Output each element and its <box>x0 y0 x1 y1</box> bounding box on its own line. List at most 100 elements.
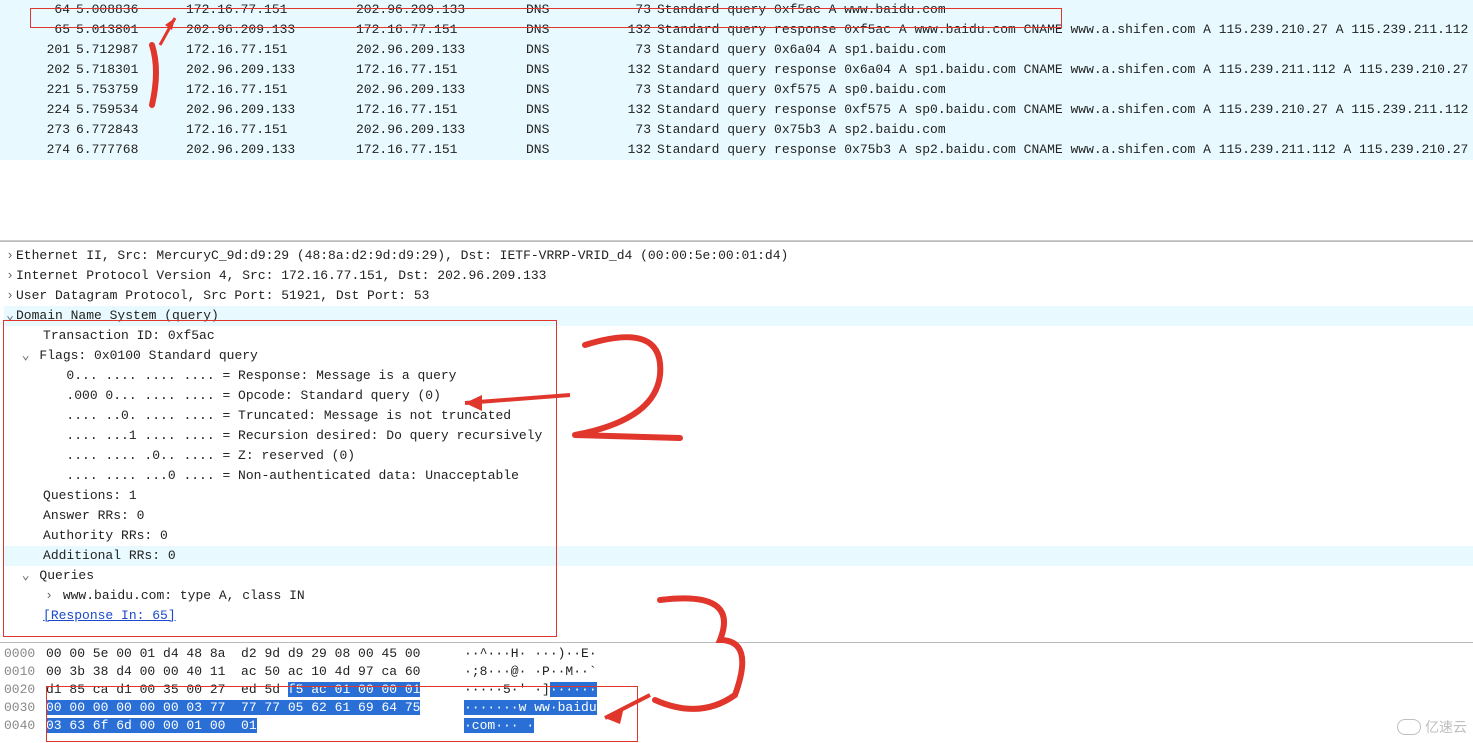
hex-bytes: 00 00 5e 00 01 d4 48 8a d2 9d d9 29 08 0… <box>46 645 456 663</box>
col-time: 5.712987 <box>76 40 186 60</box>
tree-dns-answer[interactable]: Answer RRs: 0 <box>4 506 1473 526</box>
col-length: 132 <box>591 20 657 40</box>
col-length: 73 <box>591 120 657 140</box>
tree-dns-queries[interactable]: ⌄ Queries <box>4 566 1473 586</box>
tree-ethernet[interactable]: ›Ethernet II, Src: MercuryC_9d:d9:29 (48… <box>4 246 1473 266</box>
tree-label: .... .... .0.. .... = Z: reserved (0) <box>66 448 355 463</box>
packet-row[interactable]: 2215.753759172.16.77.151202.96.209.133DN… <box>0 80 1473 100</box>
col-no: 64 <box>0 0 76 20</box>
tree-label: www.baidu.com: type A, class IN <box>63 588 305 603</box>
hex-dump-pane[interactable]: 000000 00 5e 00 01 d4 48 8a d2 9d d9 29 … <box>0 642 1473 735</box>
packet-list-gap <box>0 160 1473 241</box>
packet-details-pane[interactable]: ›Ethernet II, Src: MercuryC_9d:d9:29 (48… <box>0 241 1473 642</box>
hex-bytes: 00 3b 38 d4 00 00 40 11 ac 50 ac 10 4d 9… <box>46 663 456 681</box>
response-link[interactable]: [Response In: 65] <box>43 608 176 623</box>
packet-row[interactable]: 655.013801202.96.209.133172.16.77.151DNS… <box>0 20 1473 40</box>
caret-right-icon: › <box>4 246 16 266</box>
col-protocol: DNS <box>526 20 591 40</box>
col-protocol: DNS <box>526 80 591 100</box>
hex-ascii-selected: ·······w ww·baidu <box>464 700 597 715</box>
tree-udp[interactable]: ›User Datagram Protocol, Src Port: 51921… <box>4 286 1473 306</box>
col-info: Standard query response 0x75b3 A sp2.bai… <box>657 140 1473 160</box>
col-info: Standard query response 0x6a04 A sp1.bai… <box>657 60 1473 80</box>
col-time: 5.753759 <box>76 80 186 100</box>
hex-bytes-group: ac 50 ac 10 4d 97 ca 60 <box>233 664 420 679</box>
hex-ascii-text: ··^···H· ···)··E· <box>464 646 597 661</box>
cloud-icon <box>1397 719 1421 735</box>
hex-row[interactable]: 003000 00 00 00 00 00 03 77 77 77 05 62 … <box>0 699 1473 717</box>
hex-bytes-group: 00 00 5e 00 01 d4 48 8a <box>46 646 233 661</box>
packet-row[interactable]: 2746.777768202.96.209.133172.16.77.151DN… <box>0 140 1473 160</box>
hex-row[interactable]: 000000 00 5e 00 01 d4 48 8a d2 9d d9 29 … <box>0 645 1473 663</box>
tree-dns-query-item[interactable]: › www.baidu.com: type A, class IN <box>4 586 1473 606</box>
col-protocol: DNS <box>526 0 591 20</box>
col-source: 202.96.209.133 <box>186 60 356 80</box>
col-no: 202 <box>0 60 76 80</box>
tree-dns-flag[interactable]: .... ..0. .... .... = Truncated: Message… <box>4 406 1473 426</box>
hex-ascii: ··^···H· ···)··E· <box>456 645 597 663</box>
tree-label: Domain Name System (query) <box>16 308 219 323</box>
tree-label: Authority RRs: 0 <box>43 528 168 543</box>
packet-list[interactable]: 645.008836172.16.77.151202.96.209.133DNS… <box>0 0 1473 160</box>
col-protocol: DNS <box>526 100 591 120</box>
col-source: 202.96.209.133 <box>186 20 356 40</box>
col-source: 172.16.77.151 <box>186 40 356 60</box>
caret-right-icon: › <box>4 266 16 286</box>
tree-dns-additional[interactable]: Additional RRs: 0 <box>4 546 1473 566</box>
tree-dns-flags[interactable]: ⌄ Flags: 0x0100 Standard query <box>4 346 1473 366</box>
col-source: 172.16.77.151 <box>186 0 356 20</box>
col-time: 6.777768 <box>76 140 186 160</box>
tree-label: Ethernet II, Src: MercuryC_9d:d9:29 (48:… <box>16 248 788 263</box>
col-time: 5.008836 <box>76 0 186 20</box>
col-info: Standard query 0x75b3 A sp2.baidu.com <box>657 120 1473 140</box>
tree-dns-flag[interactable]: 0... .... .... .... = Response: Message … <box>4 366 1473 386</box>
tree-dns-flag[interactable]: .... .... .0.. .... = Z: reserved (0) <box>4 446 1473 466</box>
tree-label: User Datagram Protocol, Src Port: 51921,… <box>16 288 429 303</box>
tree-dns-questions[interactable]: Questions: 1 <box>4 486 1473 506</box>
tree-label: Additional RRs: 0 <box>43 548 176 563</box>
tree-label: Queries <box>39 568 94 583</box>
tree-dns[interactable]: ⌄Domain Name System (query) <box>4 306 1473 326</box>
tree-label: Internet Protocol Version 4, Src: 172.16… <box>16 268 547 283</box>
col-destination: 202.96.209.133 <box>356 40 526 60</box>
col-source: 172.16.77.151 <box>186 120 356 140</box>
tree-label: .... .... ...0 .... = Non-authenticated … <box>66 468 518 483</box>
caret-right-icon: › <box>4 286 16 306</box>
col-protocol: DNS <box>526 60 591 80</box>
col-info: Standard query 0xf575 A sp0.baidu.com <box>657 80 1473 100</box>
hex-ascii: ·;8···@· ·P··M··` <box>456 663 597 681</box>
packet-row[interactable]: 2736.772843172.16.77.151202.96.209.133DN… <box>0 120 1473 140</box>
hex-row[interactable]: 0020d1 85 ca d1 00 35 00 27 ed 5d f5 ac … <box>0 681 1473 699</box>
col-destination: 172.16.77.151 <box>356 20 526 40</box>
col-info: Standard query 0xf5ac A www.baidu.com <box>657 0 1473 20</box>
col-destination: 202.96.209.133 <box>356 0 526 20</box>
packet-row[interactable]: 2015.712987172.16.77.151202.96.209.133DN… <box>0 40 1473 60</box>
hex-offset: 0030 <box>0 699 46 717</box>
packet-row[interactable]: 645.008836172.16.77.151202.96.209.133DNS… <box>0 0 1473 20</box>
hex-bytes-group: d1 85 ca d1 00 35 00 27 <box>46 682 233 697</box>
col-protocol: DNS <box>526 140 591 160</box>
col-time: 5.759534 <box>76 100 186 120</box>
packet-row[interactable]: 2245.759534202.96.209.133172.16.77.151DN… <box>0 100 1473 120</box>
hex-bytes-group: 00 3b 38 d4 00 00 40 11 <box>46 664 233 679</box>
tree-dns-response-in[interactable]: [Response In: 65] <box>4 606 1473 626</box>
packet-row[interactable]: 2025.718301202.96.209.133172.16.77.151DN… <box>0 60 1473 80</box>
hex-offset: 0040 <box>0 717 46 735</box>
tree-ip[interactable]: ›Internet Protocol Version 4, Src: 172.1… <box>4 266 1473 286</box>
col-source: 202.96.209.133 <box>186 100 356 120</box>
hex-ascii: ·······w ww·baidu <box>456 699 597 717</box>
hex-bytes-group: d2 9d d9 29 08 00 45 00 <box>233 646 420 661</box>
tree-dns-flag[interactable]: .000 0... .... .... = Opcode: Standard q… <box>4 386 1473 406</box>
tree-dns-txid[interactable]: Transaction ID: 0xf5ac <box>4 326 1473 346</box>
tree-dns-flag[interactable]: .... .... ...0 .... = Non-authenticated … <box>4 466 1473 486</box>
col-length: 73 <box>591 40 657 60</box>
hex-bytes-group: ed 5d <box>233 682 288 697</box>
hex-offset: 0000 <box>0 645 46 663</box>
tree-dns-authority[interactable]: Authority RRs: 0 <box>4 526 1473 546</box>
col-info: Standard query response 0xf575 A sp0.bai… <box>657 100 1473 120</box>
hex-row[interactable]: 004003 63 6f 6d 00 00 01 00 01·com··· · <box>0 717 1473 735</box>
tree-dns-flag[interactable]: .... ...1 .... .... = Recursion desired:… <box>4 426 1473 446</box>
hex-row[interactable]: 001000 3b 38 d4 00 00 40 11 ac 50 ac 10 … <box>0 663 1473 681</box>
col-length: 132 <box>591 140 657 160</box>
hex-offset: 0020 <box>0 681 46 699</box>
